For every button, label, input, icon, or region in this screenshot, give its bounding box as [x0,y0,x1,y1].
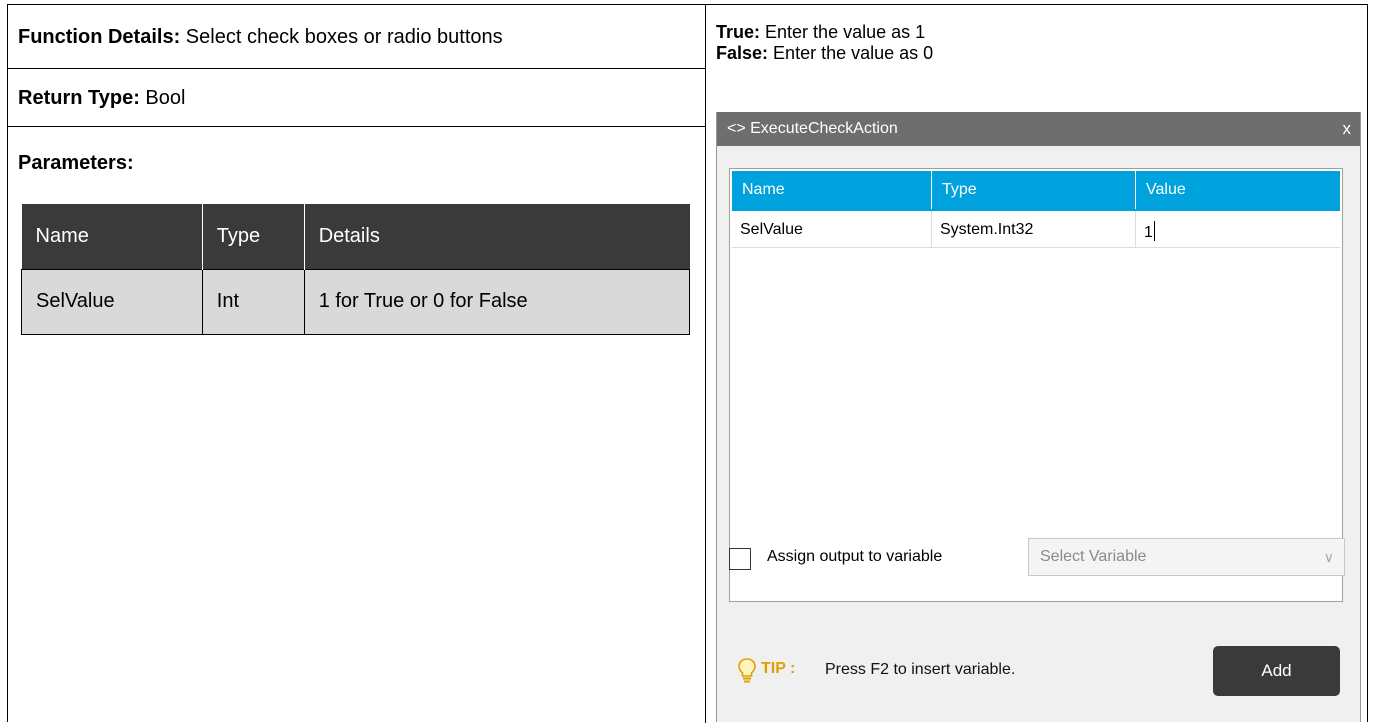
function-details: Function Details: Select check boxes or … [18,26,503,49]
execute-check-action-dialog: <> ExecuteCheckAction x Name Type Value … [716,112,1361,722]
parameter-grid: Name Type Value SelValue System.Int32 1 [729,168,1343,602]
return-type-value: Bool [145,87,186,109]
select-variable-placeholder: Select Variable [1040,548,1147,565]
function-details-label: Function Details: [18,26,181,48]
header-type: Type [202,204,305,269]
grid-cell-value-input[interactable]: 1 [1144,221,1155,242]
header-details: Details [304,204,690,269]
assign-output-label: Assign output to variable [767,548,943,565]
grid-cell-value-text: 1 [1144,224,1153,241]
add-button[interactable]: Add [1213,646,1340,696]
grid-row-separator [931,211,932,247]
grid-header-name[interactable]: Name [742,181,785,199]
column-divider [705,5,706,723]
dialog-title: <> ExecuteCheckAction [727,120,898,137]
cell-details: 1 for True or 0 for False [303,268,691,335]
row-divider [8,68,705,69]
dialog-titlebar: <> ExecuteCheckAction x [717,112,1360,146]
cell-name: SelValue [21,268,203,335]
assign-output-checkbox[interactable] [729,548,751,570]
row-divider [8,126,705,127]
grid-header-value[interactable]: Value [1146,181,1186,199]
cell-type: Int [201,268,305,335]
parameters-table: Name Type Details SelValue Int 1 for Tru… [21,204,691,335]
grid-header-type[interactable]: Type [942,181,977,199]
chevron-down-icon: ∨ [1323,549,1334,565]
parameters-heading: Parameters: [18,152,134,174]
close-icon[interactable]: x [1343,119,1352,139]
grid-header: Name Type Value [732,171,1340,211]
tip-label: TIP : [761,660,796,677]
table-row: SelValue Int 1 for True or 0 for False [21,268,691,335]
return-type-label: Return Type: [18,87,140,109]
grid-row-separator [1135,211,1136,247]
select-variable-dropdown[interactable]: Select Variable ∨ [1028,538,1345,576]
tip-text: Press F2 to insert variable. [825,661,1016,678]
table-row[interactable]: SelValue System.Int32 1 [732,211,1340,248]
grid-header-separator [1135,171,1136,209]
parameters-header-row: Name Type Details [21,204,690,269]
return-type: Return Type: Bool [18,87,185,110]
function-details-value: Select check boxes or radio buttons [185,26,503,48]
grid-header-separator [931,171,932,209]
lightbulb-icon [738,658,756,683]
true-note: True: Enter the value as 1 [716,22,926,42]
grid-cell-name: SelValue [740,221,803,238]
false-note: False: Enter the value as 0 [716,43,934,63]
text-caret [1153,221,1155,241]
grid-cell-type: System.Int32 [940,221,1034,238]
header-name: Name [21,204,203,269]
